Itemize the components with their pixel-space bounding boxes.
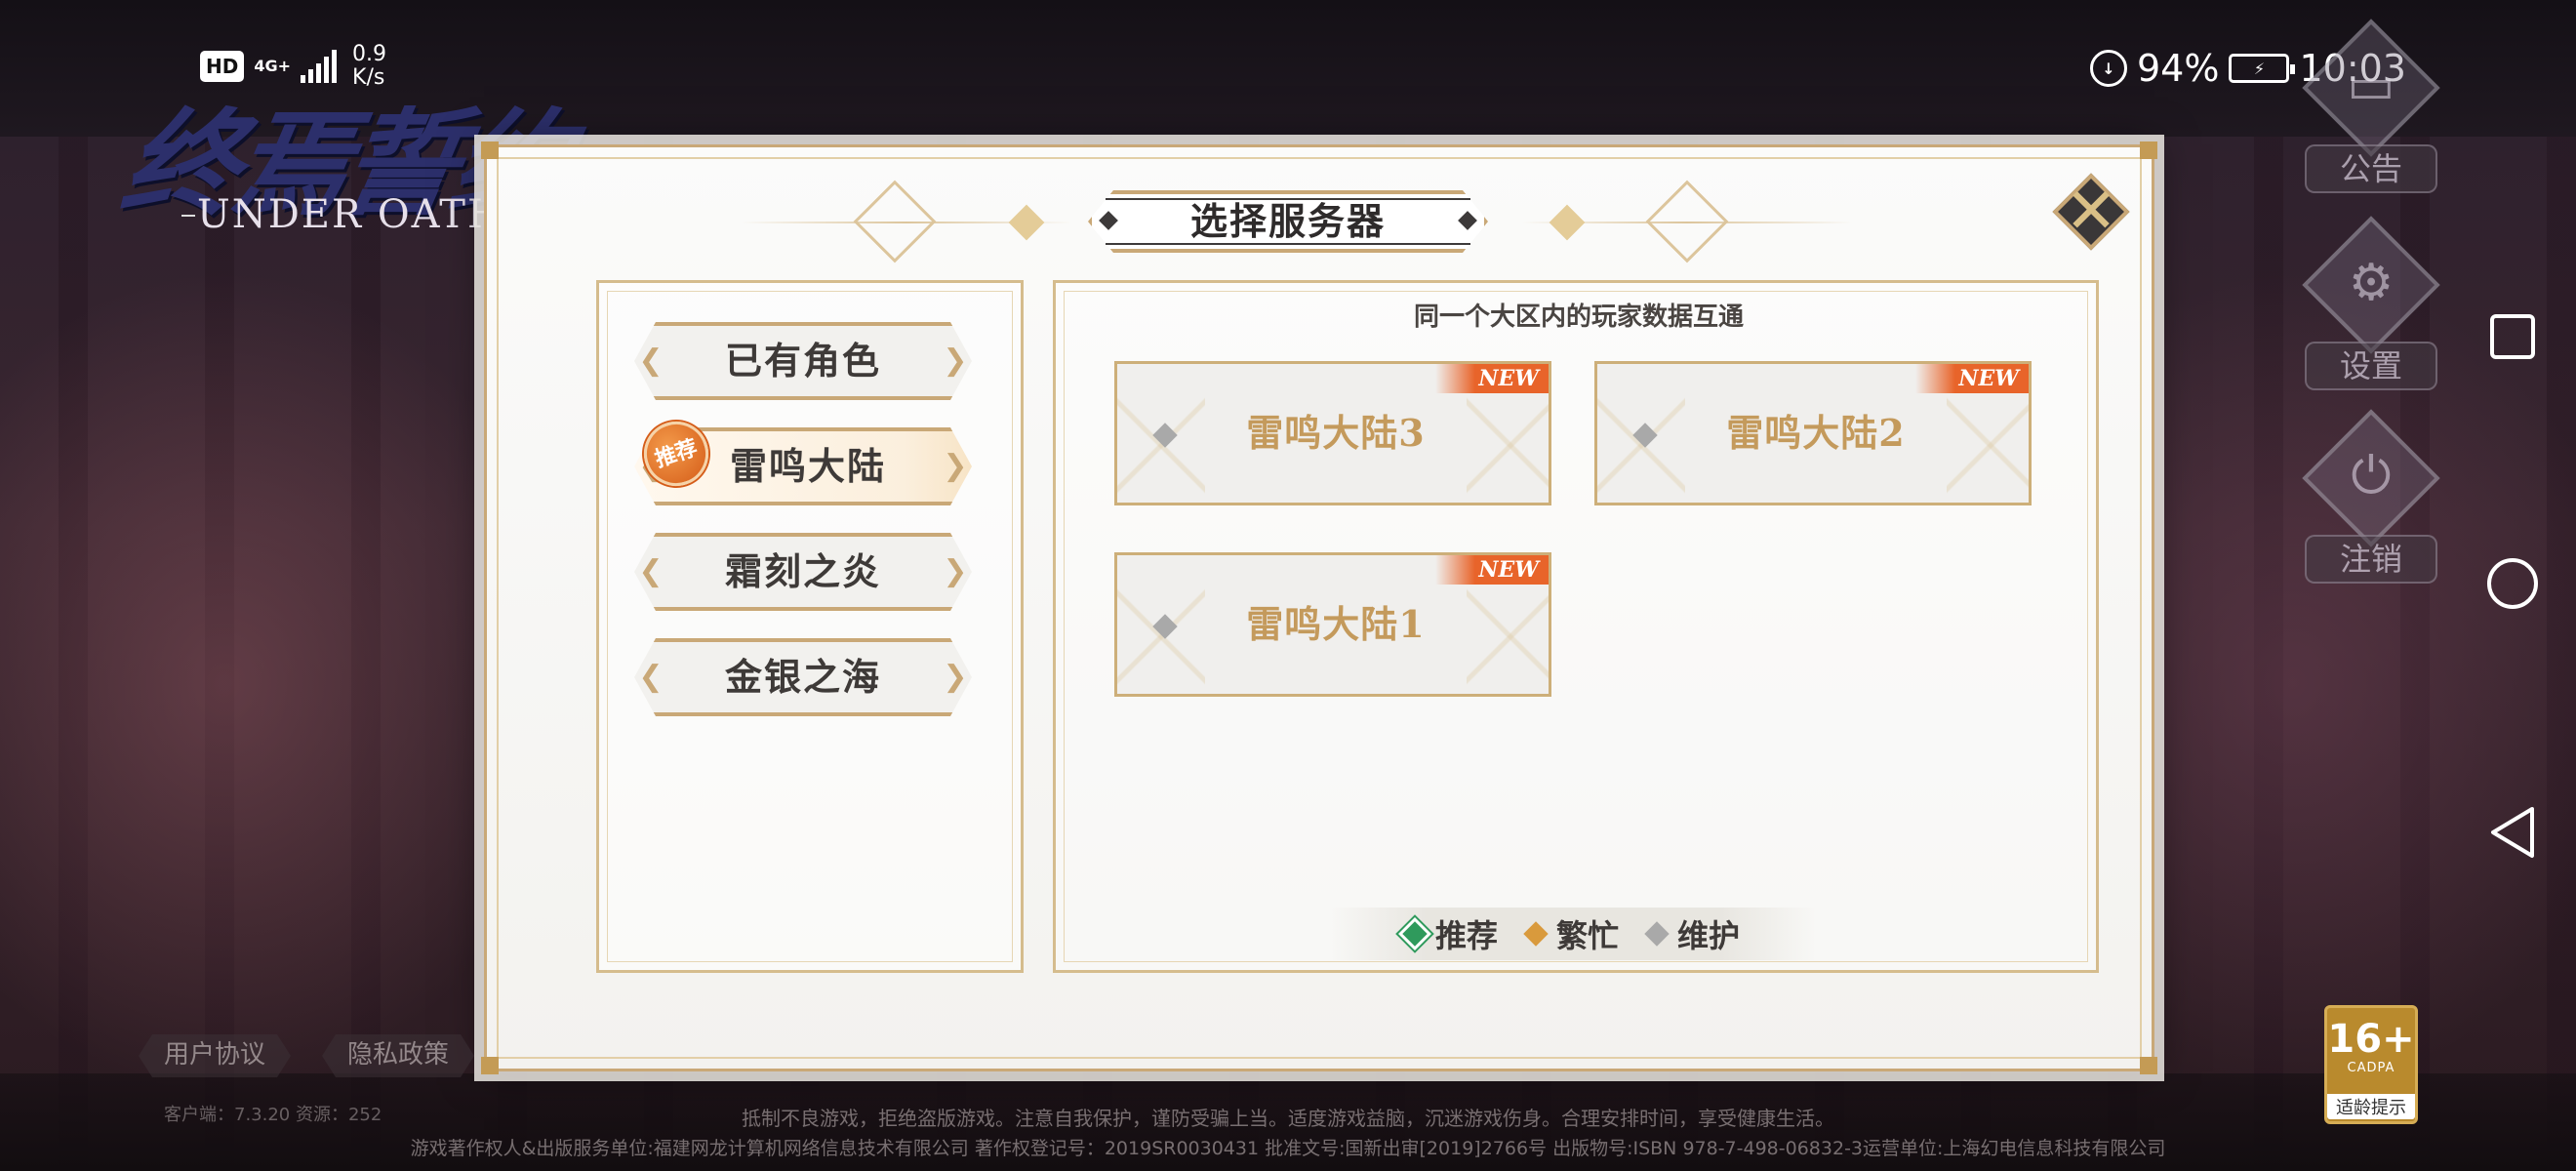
user-agreement-link[interactable]: 用户协议	[139, 1034, 291, 1077]
speed-value: 0.9	[352, 42, 387, 66]
back-button[interactable]	[2478, 798, 2547, 867]
notice-button[interactable]: ▭ 公告	[2293, 19, 2449, 205]
close-x-icon: ✕	[2065, 176, 2117, 248]
logo-subtitle: UNDER OATH	[197, 192, 503, 237]
settings-button[interactable]: ⚙ 设置	[2293, 216, 2449, 402]
region-item-gold-silver-sea[interactable]: ❮ ❯ 金银之海	[634, 638, 972, 716]
title-deco-diamond-small	[1549, 204, 1586, 241]
legend-maintenance: 维护	[1644, 911, 1741, 956]
logo-divider	[181, 215, 195, 217]
battery-percent: 94%	[2137, 47, 2220, 90]
region-item-existing-roles[interactable]: ❮ ❯ 已有角色	[634, 322, 972, 400]
new-tag: NEW	[1435, 555, 1549, 585]
region-list-panel: ❮ ❯ 已有角色 ❮ ❯ 雷鸣大陆 推荐 ❮ ❯ 霜刻之炎 ❮ ❯ 金银之海	[596, 280, 1024, 973]
legend-label: 繁忙	[1555, 917, 1619, 954]
square-icon	[2490, 314, 2535, 359]
circle-icon	[2487, 558, 2538, 609]
logout-button[interactable]: ⏻ 注销	[2293, 409, 2449, 595]
privacy-policy-link[interactable]: 隐私政策	[322, 1034, 474, 1077]
region-item-frost-flame[interactable]: ❮ ❯ 霜刻之炎	[634, 533, 972, 611]
notice-label: 公告	[2305, 144, 2437, 193]
health-notice: 抵制不良游戏，拒绝盗版游戏。注意自我保护，谨防受骗上当。适度游戏益脑，沉迷游戏伤…	[742, 1107, 1834, 1130]
corner-ornament	[2140, 1057, 2157, 1074]
notice-icon: ▭	[2347, 57, 2395, 115]
logout-label: 注销	[2305, 535, 2437, 584]
title-deco-diamond	[853, 180, 937, 263]
corner-ornament	[481, 1057, 499, 1074]
server-card[interactable]: 雷鸣大陆1 NEW	[1114, 552, 1551, 697]
legend-label: 推荐	[1434, 917, 1498, 954]
region-label: 霜刻之炎	[724, 549, 881, 593]
server-select-dialog: 选择服务器 ✕ ❮ ❯ 已有角色 ❮ ❯ 雷鸣大陆 推荐 ❮ ❯ 霜刻之炎 ❮	[481, 141, 2157, 1074]
home-button[interactable]	[2478, 549, 2547, 618]
title-deco-diamond-small	[1008, 204, 1045, 241]
age-rating-label: 适龄提示	[2327, 1094, 2415, 1119]
corner-ornament	[2140, 141, 2157, 159]
grey-diamond-icon	[1644, 921, 1670, 947]
server-list-panel: 同一个大区内的玩家数据互通 雷鸣大陆3 NEW 雷鸣大陆2 NEW 雷鸣大陆1 …	[1053, 280, 2099, 973]
legend-label: 维护	[1677, 917, 1741, 954]
server-status-legend: 推荐 繁忙 维护	[1329, 908, 1817, 960]
data-saver-icon: ↓	[2090, 50, 2127, 87]
close-button[interactable]: ✕	[2052, 173, 2130, 251]
age-rating-number: 16+	[2327, 1017, 2415, 1062]
orange-diamond-icon	[1523, 921, 1549, 947]
dialog-title: 选择服务器	[1189, 199, 1386, 243]
server-card[interactable]: 雷鸣大陆2 NEW	[1594, 361, 2032, 505]
new-tag: NEW	[1915, 364, 2029, 393]
new-tag: NEW	[1435, 364, 1549, 393]
region-item-thunder-continent[interactable]: ❮ ❯ 雷鸣大陆 推荐	[634, 413, 972, 505]
settings-label: 设置	[2305, 342, 2437, 390]
age-rating-org: CADPA	[2347, 1061, 2395, 1075]
power-icon: ⏻	[2351, 447, 2392, 505]
title-deco-diamond	[1645, 180, 1729, 263]
corner-ornament	[481, 141, 499, 159]
legend-busy: 繁忙	[1523, 911, 1619, 956]
region-label: 金银之海	[724, 655, 881, 699]
copyright-notice: 游戏著作权人&出版服务单位:福建网龙计算机网络信息技术有限公司 著作权登记号：2…	[410, 1138, 2166, 1159]
legend-recommended: 推荐	[1402, 911, 1498, 956]
server-card[interactable]: 雷鸣大陆3 NEW	[1114, 361, 1551, 505]
region-data-hint: 同一个大区内的玩家数据互通	[1413, 303, 1744, 332]
dialog-title-plate: 选择服务器	[1088, 190, 1488, 253]
region-label: 已有角色	[724, 339, 881, 383]
battery-icon: ⚡	[2229, 54, 2296, 83]
green-diamond-icon	[1402, 921, 1428, 947]
age-rating-badge[interactable]: 16+ CADPA 适龄提示	[2324, 1005, 2418, 1124]
back-triangle-icon	[2491, 807, 2534, 858]
recent-apps-button[interactable]	[2478, 303, 2547, 371]
gear-icon: ⚙	[2348, 254, 2395, 312]
